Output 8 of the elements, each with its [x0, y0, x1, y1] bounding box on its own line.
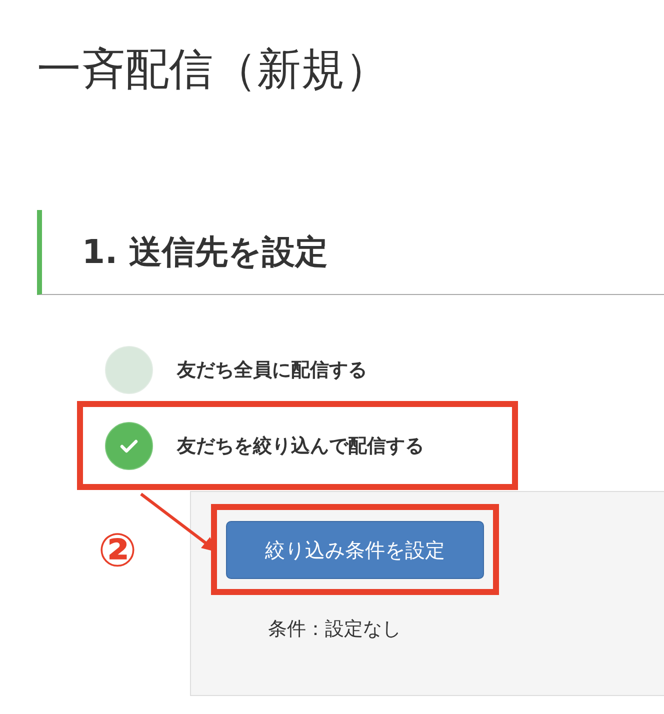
condition-text: 条件：設定なし: [268, 617, 402, 642]
option-label: 友だちを絞り込んで配信する: [177, 434, 424, 459]
radio-button[interactable]: [105, 422, 153, 470]
step-number: ②: [98, 522, 137, 578]
set-filter-button[interactable]: 絞り込み条件を設定: [226, 521, 484, 579]
section-heading: 1. 送信先を設定: [82, 230, 328, 272]
option-label: 友だち全員に配信する: [177, 358, 367, 383]
page-title: 一斉配信（新規）: [37, 43, 390, 97]
